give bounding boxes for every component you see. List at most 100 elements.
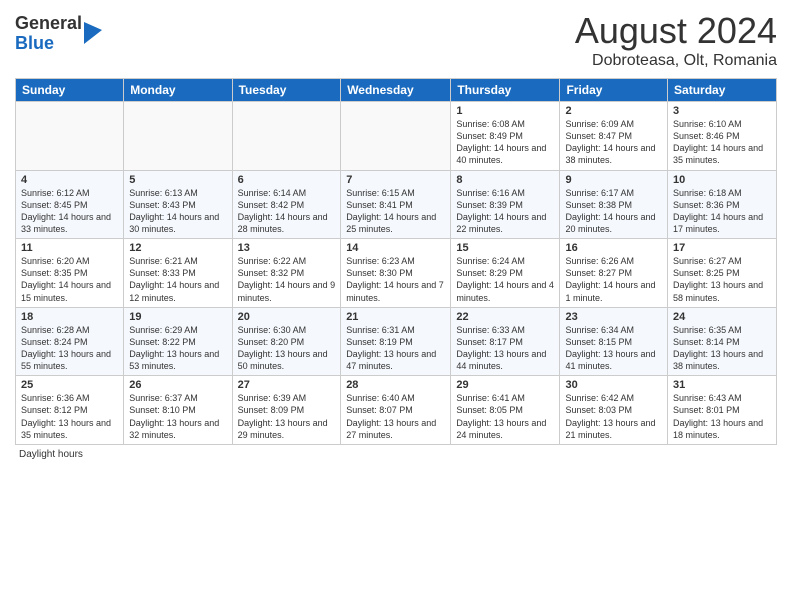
day-info: Sunrise: 6:12 AM Sunset: 8:45 PM Dayligh…: [21, 187, 118, 236]
calendar-cell: [124, 102, 232, 171]
calendar-cell: 17Sunrise: 6:27 AM Sunset: 8:25 PM Dayli…: [668, 239, 777, 308]
calendar-cell: 28Sunrise: 6:40 AM Sunset: 8:07 PM Dayli…: [341, 376, 451, 445]
header: General Blue August 2024 Dobroteasa, Olt…: [15, 10, 777, 70]
calendar-cell: 7Sunrise: 6:15 AM Sunset: 8:41 PM Daylig…: [341, 170, 451, 239]
calendar-cell: 4Sunrise: 6:12 AM Sunset: 8:45 PM Daylig…: [16, 170, 124, 239]
calendar-header-saturday: Saturday: [668, 79, 777, 102]
day-number: 7: [346, 174, 445, 186]
calendar-cell: [16, 102, 124, 171]
calendar-header-tuesday: Tuesday: [232, 79, 341, 102]
day-number: 28: [346, 379, 445, 391]
calendar-cell: [232, 102, 341, 171]
day-number: 2: [565, 105, 662, 117]
calendar-cell: 26Sunrise: 6:37 AM Sunset: 8:10 PM Dayli…: [124, 376, 232, 445]
day-number: 25: [21, 379, 118, 391]
calendar-cell: 29Sunrise: 6:41 AM Sunset: 8:05 PM Dayli…: [451, 376, 560, 445]
calendar-cell: 22Sunrise: 6:33 AM Sunset: 8:17 PM Dayli…: [451, 307, 560, 376]
calendar-cell: 24Sunrise: 6:35 AM Sunset: 8:14 PM Dayli…: [668, 307, 777, 376]
day-info: Sunrise: 6:35 AM Sunset: 8:14 PM Dayligh…: [673, 324, 771, 373]
day-number: 19: [129, 311, 226, 323]
day-number: 26: [129, 379, 226, 391]
day-info: Sunrise: 6:15 AM Sunset: 8:41 PM Dayligh…: [346, 187, 445, 236]
day-number: 29: [456, 379, 554, 391]
day-number: 31: [673, 379, 771, 391]
footer-note: Daylight hours: [15, 449, 777, 460]
day-number: 16: [565, 242, 662, 254]
calendar-cell: 6Sunrise: 6:14 AM Sunset: 8:42 PM Daylig…: [232, 170, 341, 239]
calendar-cell: 1Sunrise: 6:08 AM Sunset: 8:49 PM Daylig…: [451, 102, 560, 171]
calendar-table: SundayMondayTuesdayWednesdayThursdayFrid…: [15, 78, 777, 445]
day-info: Sunrise: 6:22 AM Sunset: 8:32 PM Dayligh…: [238, 255, 336, 304]
day-info: Sunrise: 6:39 AM Sunset: 8:09 PM Dayligh…: [238, 392, 336, 441]
logo-blue-text: Blue: [15, 34, 82, 54]
logo-icon: [84, 22, 102, 44]
day-number: 24: [673, 311, 771, 323]
calendar-cell: 3Sunrise: 6:10 AM Sunset: 8:46 PM Daylig…: [668, 102, 777, 171]
day-info: Sunrise: 6:21 AM Sunset: 8:33 PM Dayligh…: [129, 255, 226, 304]
calendar-cell: 11Sunrise: 6:20 AM Sunset: 8:35 PM Dayli…: [16, 239, 124, 308]
calendar-week-row: 11Sunrise: 6:20 AM Sunset: 8:35 PM Dayli…: [16, 239, 777, 308]
day-number: 21: [346, 311, 445, 323]
calendar-week-row: 1Sunrise: 6:08 AM Sunset: 8:49 PM Daylig…: [16, 102, 777, 171]
day-number: 6: [238, 174, 336, 186]
day-info: Sunrise: 6:27 AM Sunset: 8:25 PM Dayligh…: [673, 255, 771, 304]
day-info: Sunrise: 6:30 AM Sunset: 8:20 PM Dayligh…: [238, 324, 336, 373]
calendar-cell: 13Sunrise: 6:22 AM Sunset: 8:32 PM Dayli…: [232, 239, 341, 308]
day-number: 3: [673, 105, 771, 117]
day-number: 15: [456, 242, 554, 254]
calendar-cell: 2Sunrise: 6:09 AM Sunset: 8:47 PM Daylig…: [560, 102, 668, 171]
day-number: 11: [21, 242, 118, 254]
page: General Blue August 2024 Dobroteasa, Olt…: [0, 0, 792, 612]
calendar-cell: 30Sunrise: 6:42 AM Sunset: 8:03 PM Dayli…: [560, 376, 668, 445]
location: Dobroteasa, Olt, Romania: [575, 52, 777, 70]
day-info: Sunrise: 6:09 AM Sunset: 8:47 PM Dayligh…: [565, 118, 662, 167]
day-number: 27: [238, 379, 336, 391]
day-info: Sunrise: 6:31 AM Sunset: 8:19 PM Dayligh…: [346, 324, 445, 373]
day-info: Sunrise: 6:13 AM Sunset: 8:43 PM Dayligh…: [129, 187, 226, 236]
day-number: 5: [129, 174, 226, 186]
calendar-cell: 10Sunrise: 6:18 AM Sunset: 8:36 PM Dayli…: [668, 170, 777, 239]
calendar-cell: 31Sunrise: 6:43 AM Sunset: 8:01 PM Dayli…: [668, 376, 777, 445]
calendar-cell: 9Sunrise: 6:17 AM Sunset: 8:38 PM Daylig…: [560, 170, 668, 239]
day-number: 4: [21, 174, 118, 186]
day-number: 22: [456, 311, 554, 323]
calendar-header-friday: Friday: [560, 79, 668, 102]
calendar-cell: 14Sunrise: 6:23 AM Sunset: 8:30 PM Dayli…: [341, 239, 451, 308]
day-number: 30: [565, 379, 662, 391]
calendar-cell: 19Sunrise: 6:29 AM Sunset: 8:22 PM Dayli…: [124, 307, 232, 376]
calendar-cell: 16Sunrise: 6:26 AM Sunset: 8:27 PM Dayli…: [560, 239, 668, 308]
day-info: Sunrise: 6:41 AM Sunset: 8:05 PM Dayligh…: [456, 392, 554, 441]
day-info: Sunrise: 6:08 AM Sunset: 8:49 PM Dayligh…: [456, 118, 554, 167]
calendar-cell: 12Sunrise: 6:21 AM Sunset: 8:33 PM Dayli…: [124, 239, 232, 308]
day-number: 14: [346, 242, 445, 254]
day-info: Sunrise: 6:42 AM Sunset: 8:03 PM Dayligh…: [565, 392, 662, 441]
day-info: Sunrise: 6:43 AM Sunset: 8:01 PM Dayligh…: [673, 392, 771, 441]
calendar-cell: 20Sunrise: 6:30 AM Sunset: 8:20 PM Dayli…: [232, 307, 341, 376]
day-info: Sunrise: 6:23 AM Sunset: 8:30 PM Dayligh…: [346, 255, 445, 304]
calendar-cell: 27Sunrise: 6:39 AM Sunset: 8:09 PM Dayli…: [232, 376, 341, 445]
day-info: Sunrise: 6:40 AM Sunset: 8:07 PM Dayligh…: [346, 392, 445, 441]
calendar-week-row: 4Sunrise: 6:12 AM Sunset: 8:45 PM Daylig…: [16, 170, 777, 239]
day-number: 10: [673, 174, 771, 186]
calendar-week-row: 25Sunrise: 6:36 AM Sunset: 8:12 PM Dayli…: [16, 376, 777, 445]
day-number: 23: [565, 311, 662, 323]
day-info: Sunrise: 6:24 AM Sunset: 8:29 PM Dayligh…: [456, 255, 554, 304]
day-number: 8: [456, 174, 554, 186]
day-info: Sunrise: 6:20 AM Sunset: 8:35 PM Dayligh…: [21, 255, 118, 304]
day-info: Sunrise: 6:17 AM Sunset: 8:38 PM Dayligh…: [565, 187, 662, 236]
day-info: Sunrise: 6:36 AM Sunset: 8:12 PM Dayligh…: [21, 392, 118, 441]
day-info: Sunrise: 6:14 AM Sunset: 8:42 PM Dayligh…: [238, 187, 336, 236]
day-info: Sunrise: 6:28 AM Sunset: 8:24 PM Dayligh…: [21, 324, 118, 373]
day-info: Sunrise: 6:18 AM Sunset: 8:36 PM Dayligh…: [673, 187, 771, 236]
calendar-cell: 18Sunrise: 6:28 AM Sunset: 8:24 PM Dayli…: [16, 307, 124, 376]
day-number: 9: [565, 174, 662, 186]
day-info: Sunrise: 6:29 AM Sunset: 8:22 PM Dayligh…: [129, 324, 226, 373]
calendar-cell: 8Sunrise: 6:16 AM Sunset: 8:39 PM Daylig…: [451, 170, 560, 239]
logo-general-text: General: [15, 14, 82, 34]
calendar-cell: 5Sunrise: 6:13 AM Sunset: 8:43 PM Daylig…: [124, 170, 232, 239]
calendar-week-row: 18Sunrise: 6:28 AM Sunset: 8:24 PM Dayli…: [16, 307, 777, 376]
day-number: 13: [238, 242, 336, 254]
day-number: 1: [456, 105, 554, 117]
calendar-cell: 21Sunrise: 6:31 AM Sunset: 8:19 PM Dayli…: [341, 307, 451, 376]
calendar-cell: 23Sunrise: 6:34 AM Sunset: 8:15 PM Dayli…: [560, 307, 668, 376]
